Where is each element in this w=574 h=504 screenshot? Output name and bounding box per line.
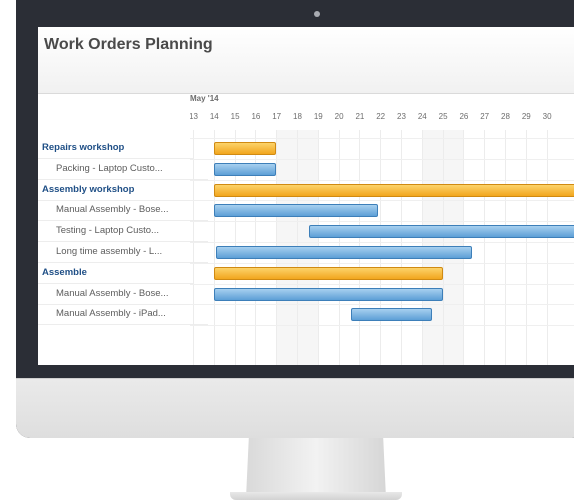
gantt-bar-blue[interactable] [213, 162, 277, 176]
day-label: 19 [313, 112, 323, 121]
day-label: 21 [355, 112, 365, 121]
task-row[interactable]: Manual Assembly - Bose... [38, 200, 208, 222]
app-header: Work Orders Planning [38, 27, 574, 94]
monitor-base [230, 492, 402, 500]
task-row[interactable]: Packing - Laptop Custo... [38, 159, 208, 180]
row-divider [190, 262, 574, 264]
gantt-bar-blue[interactable] [215, 246, 472, 259]
day-label: 20 [334, 112, 344, 121]
group-row[interactable]: Assemble [38, 263, 194, 284]
group-row[interactable]: Assembly workshop [38, 180, 194, 201]
gantt-bar-orange[interactable] [213, 183, 574, 197]
day-label: 16 [251, 112, 261, 121]
camera-dot [314, 11, 320, 17]
task-row[interactable]: Manual Assembly - Bose... [38, 284, 208, 305]
page-title: Work Orders Planning [44, 36, 213, 53]
day-column [546, 130, 568, 365]
day-label: 26 [459, 112, 469, 121]
day-label: 28 [501, 112, 510, 121]
monitor-frame: Work Orders Planning Repairs workshop Pac… [16, 0, 574, 438]
day-column [525, 130, 547, 365]
task-row[interactable]: Manual Assembly - iPad... [38, 304, 208, 326]
day-label: 15 [230, 112, 240, 121]
group-row[interactable]: Repairs workshop [38, 138, 194, 159]
gantt-bar-blue[interactable] [213, 287, 443, 301]
day-label: 30 [542, 112, 552, 121]
row-divider [190, 158, 574, 160]
day-label: 13 [190, 112, 198, 121]
row-divider [190, 179, 574, 181]
row-divider [190, 221, 574, 223]
day-label: 24 [417, 112, 427, 121]
task-row[interactable]: Testing - Laptop Custo... [38, 221, 208, 243]
gantt-bar-blue[interactable] [213, 204, 379, 218]
gantt-bar-orange[interactable] [213, 266, 443, 280]
day-label: 18 [293, 112, 302, 121]
row-divider [190, 283, 574, 285]
day-label: 17 [272, 112, 282, 121]
gantt-timeline: May '14 13 14 15 16 17 18 19 20 21 22 23 24 25 26 27 28… [190, 94, 574, 365]
day-label: 23 [397, 112, 406, 121]
row-divider [190, 304, 574, 306]
monitor-chin [16, 378, 574, 438]
day-label: 27 [480, 112, 490, 121]
screen: Work Orders Planning Repairs workshop Pac… [38, 27, 574, 365]
day-label: 22 [376, 112, 386, 121]
row-divider [190, 138, 574, 139]
row-divider [190, 200, 574, 202]
row-divider [190, 242, 574, 243]
gantt-bar-orange[interactable] [213, 142, 277, 155]
day-label: 29 [521, 112, 531, 121]
day-column [484, 130, 505, 365]
task-list-panel: Repairs workshop Packing - Laptop Custo..… [38, 94, 208, 365]
task-row[interactable]: Long time assembly - L... [38, 242, 208, 263]
gantt-bar-blue[interactable] [309, 225, 574, 239]
monitor-stand [246, 438, 386, 498]
day-label: 25 [438, 112, 448, 121]
day-column [505, 130, 526, 365]
day-label: 14 [209, 112, 219, 121]
gantt-bar-blue[interactable] [351, 308, 433, 322]
row-divider [190, 325, 574, 327]
month-label: May '14 [190, 94, 219, 103]
day-column [193, 130, 214, 365]
